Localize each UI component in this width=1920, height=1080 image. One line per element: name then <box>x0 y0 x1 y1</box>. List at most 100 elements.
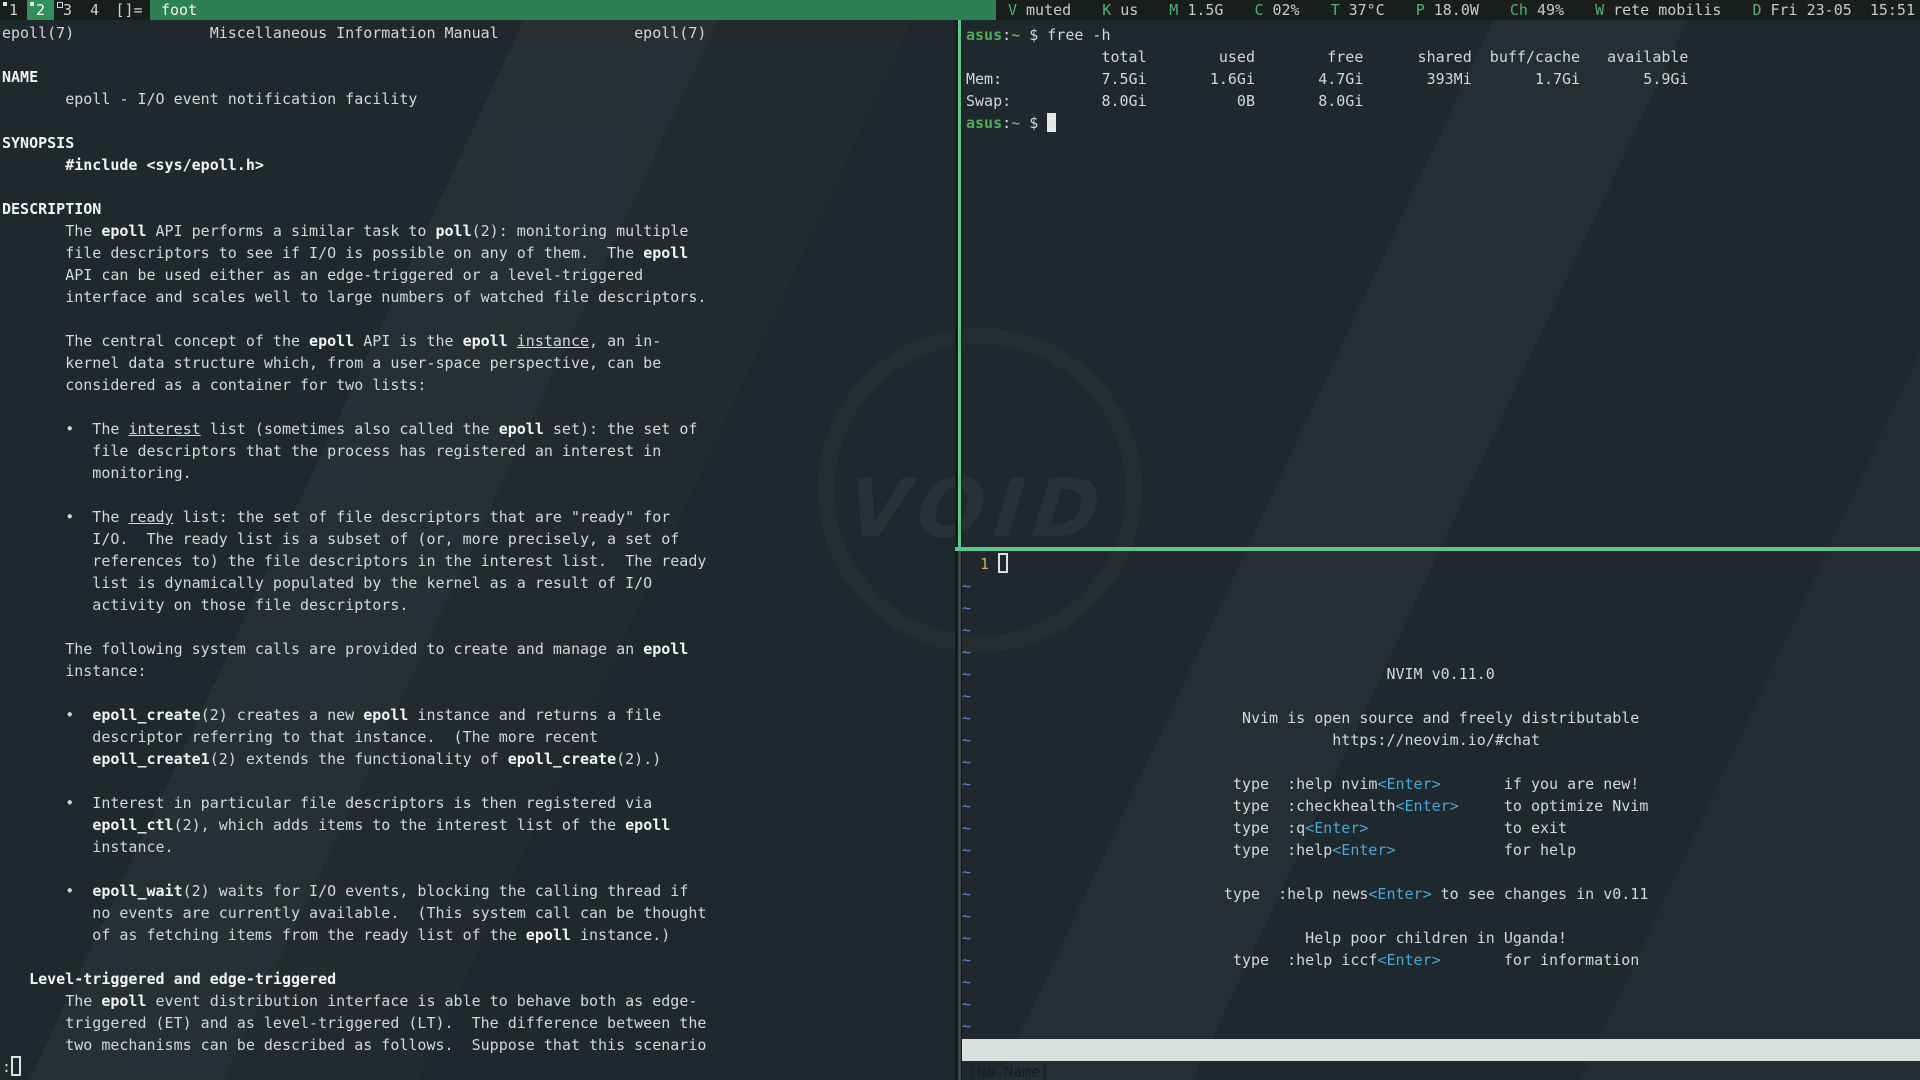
man-line: The central concept of the epoll API is … <box>2 330 955 352</box>
man-line: epoll_ctl(2), which adds items to the in… <box>2 814 955 836</box>
focused-window-bottom-border[interactable] <box>955 547 1920 551</box>
man-line: • epoll_create(2) creates a new epoll in… <box>2 704 955 726</box>
man-line: kernel data structure which, from a user… <box>2 352 955 374</box>
man-line: activity on those file descriptors. <box>2 594 955 616</box>
nvim-line: ~ <box>962 641 1920 663</box>
nvim-line: ~ <box>962 861 1920 883</box>
man-line: The epoll event distribution interface i… <box>2 990 955 1012</box>
man-line <box>2 484 955 506</box>
man-line: references to) the file descriptors in t… <box>2 550 955 572</box>
man-line <box>2 770 955 792</box>
nvim-line: ~ type :help iccf<Enter> for information <box>962 949 1920 971</box>
man-line: file descriptors that the process has re… <box>2 440 955 462</box>
man-line: • The interest list (sometimes also call… <box>2 418 955 440</box>
man-line: considered as a container for two lists: <box>2 374 955 396</box>
nvim-left-border <box>958 551 961 1080</box>
man-line: I/O. The ready list is a subset of (or, … <box>2 528 955 550</box>
workspace-occupied-marker <box>57 2 63 8</box>
layout-indicator[interactable]: []= <box>108 0 150 20</box>
workspace-occupied-marker <box>30 2 34 6</box>
nvim-line: ~ type :help<Enter> for help <box>962 839 1920 861</box>
nvim-line: ~ type :checkhealth<Enter> to optimize N… <box>962 795 1920 817</box>
nvim-line: ~ <box>962 1015 1920 1037</box>
man-page-pane[interactable]: epoll(7) Miscellaneous Information Manua… <box>0 20 955 1080</box>
nvim-line: ~ <box>962 905 1920 927</box>
man-line <box>2 616 955 638</box>
terminal-line: total used free shared buff/cache availa… <box>966 46 1920 68</box>
nvim-line: ~ <box>962 993 1920 1015</box>
man-line: The following system calls are provided … <box>2 638 955 660</box>
status-volume: Vmuted <box>1008 0 1071 20</box>
man-line: monitoring. <box>2 462 955 484</box>
nvim-line: ~ <box>962 597 1920 619</box>
nvim-line: ~ NVIM v0.11.0 <box>962 663 1920 685</box>
man-line: NAME <box>2 66 955 88</box>
nvim-line: ~ https://neovim.io/#chat <box>962 729 1920 751</box>
workspace-1[interactable]: 1 <box>0 0 27 20</box>
top-status-bar: 1234 []= foot VmutedKusM1.5GC02%T37°CP18… <box>0 0 1920 20</box>
man-line: file descriptors to see if I/O is possib… <box>2 242 955 264</box>
nvim-line: ~ <box>962 751 1920 773</box>
man-line: instance. <box>2 836 955 858</box>
nvim-line: ~ Nvim is open source and freely distrib… <box>962 707 1920 729</box>
man-line: no events are currently available. (This… <box>2 902 955 924</box>
man-line: DESCRIPTION <box>2 198 955 220</box>
man-line: interface and scales well to large numbe… <box>2 286 955 308</box>
man-line: two mechanisms can be described as follo… <box>2 1034 955 1056</box>
terminal-line: Swap: 8.0Gi 0B 8.0Gi <box>966 90 1920 112</box>
man-line: instance: <box>2 660 955 682</box>
man-line: • Interest in particular file descriptor… <box>2 792 955 814</box>
terminal-line: asus:~ $ <box>966 112 1920 134</box>
desktop: VOID 1234 []= foot VmutedKusM1.5GC02%T37… <box>0 0 1920 1080</box>
man-line <box>2 858 955 880</box>
man-line: triggered (ET) and as level-triggered (L… <box>2 1012 955 1034</box>
nvim-line: ~ type :help news<Enter> to see changes … <box>962 883 1920 905</box>
buffer-name: [No Name] <box>968 1061 1049 1080</box>
workspace-switcher: 1234 <box>0 0 108 20</box>
status-wifi: Wrete mobilis <box>1595 0 1721 20</box>
man-line: API can be used either as an edge-trigge… <box>2 264 955 286</box>
focused-window-left-border <box>958 20 961 547</box>
man-line: Level-triggered and edge-triggered <box>2 968 955 990</box>
man-line: : <box>2 1056 955 1078</box>
nvim-line: ~ type :q<Enter> to exit <box>962 817 1920 839</box>
status-power: P18.0W <box>1416 0 1479 20</box>
man-line <box>2 110 955 132</box>
man-line <box>2 176 955 198</box>
nvim-line: ~ <box>962 971 1920 993</box>
man-line: The epoll API performs a similar task to… <box>2 220 955 242</box>
man-line: epoll - I/O event notification facility <box>2 88 955 110</box>
nvim-line: ~ Help poor children in Uganda! <box>962 927 1920 949</box>
man-line: SYNOPSIS <box>2 132 955 154</box>
workspace-4[interactable]: 4 <box>81 0 108 20</box>
status-keyboard: Kus <box>1102 0 1138 20</box>
status-date: DFri 23-05 15:51 <box>1752 0 1915 20</box>
nvim-pane[interactable]: 1 ~~~~~ NVIM v0.11.0~~ Nvim is open sour… <box>962 551 1920 1080</box>
man-line: epoll_create1(2) extends the functionali… <box>2 748 955 770</box>
man-line: • The ready list: the set of file descri… <box>2 506 955 528</box>
man-line: of as fetching items from the ready list… <box>2 924 955 946</box>
workspace-2[interactable]: 2 <box>27 0 54 20</box>
man-line: descriptor referring to that instance. (… <box>2 726 955 748</box>
status-cpu: C02% <box>1254 0 1299 20</box>
nvim-line: ~ <box>962 685 1920 707</box>
man-line <box>2 44 955 66</box>
nvim-line: ~ type :help nvim<Enter> if you are new! <box>962 773 1920 795</box>
man-line <box>2 396 955 418</box>
status-modules: VmutedKusM1.5GC02%T37°CP18.0WCh49%Wrete … <box>996 0 1920 20</box>
terminal-pane[interactable]: asus:~ $ free -h total used free shared … <box>962 20 1920 547</box>
nvim-statusline: [No Name] 0,0-1 All <box>962 1039 1920 1061</box>
man-line <box>2 308 955 330</box>
workspace-3[interactable]: 3 <box>54 0 81 20</box>
nvim-line: ~ <box>962 619 1920 641</box>
man-line: #include <sys/epoll.h> <box>2 154 955 176</box>
man-line: list is dynamically populated by the ker… <box>2 572 955 594</box>
man-line: epoll(7) Miscellaneous Information Manua… <box>2 22 955 44</box>
nvim-buffer: 1 ~~~~~ NVIM v0.11.0~~ Nvim is open sour… <box>962 551 1920 1037</box>
terminal-line: asus:~ $ free -h <box>966 24 1920 46</box>
man-line <box>2 682 955 704</box>
nvim-line: ~ <box>962 575 1920 597</box>
status-charge: Ch49% <box>1510 0 1564 20</box>
terminal-line: Mem: 7.5Gi 1.6Gi 4.7Gi 393Mi 1.7Gi 5.9Gi <box>966 68 1920 90</box>
nvim-line: 1 <box>962 553 1920 575</box>
